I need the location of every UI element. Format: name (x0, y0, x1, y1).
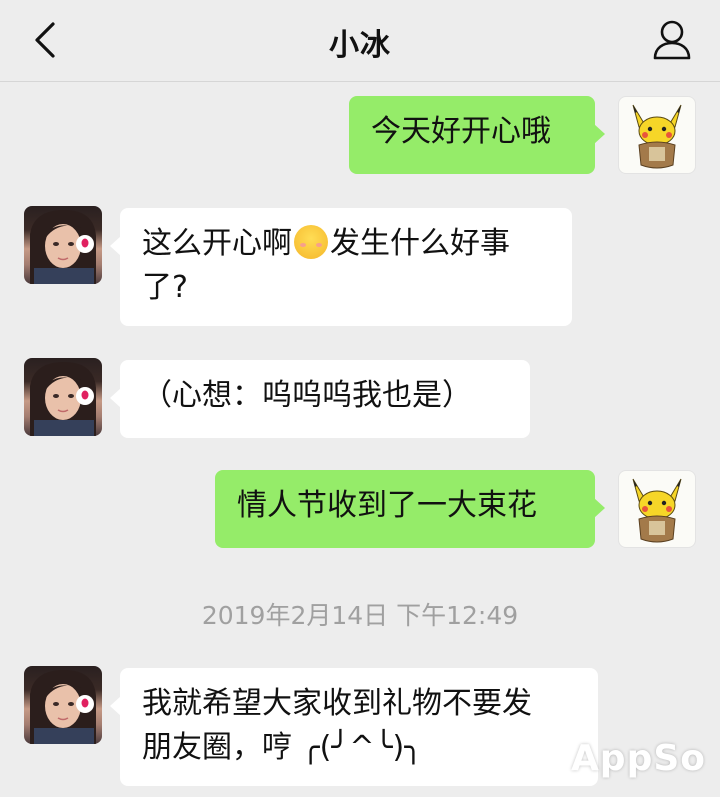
chat-profile-button[interactable] (650, 16, 694, 64)
message-timestamp: 2019年2月14日 下午12:49 (201, 601, 519, 630)
appso-watermark: AppSo (570, 738, 706, 779)
message-bubble-outgoing[interactable]: 情人节收到了一大束花 (215, 470, 605, 548)
message-text: 今天好开心哦 (371, 114, 551, 149)
person-icon (653, 20, 691, 60)
message-text: 这么开心啊 (142, 226, 292, 261)
pikachu-avatar-icon (632, 478, 682, 543)
message-bubble-incoming[interactable]: 我就希望大家收到礼物不要发 朋友圈，哼 ╭(╯^╰)╮ (110, 668, 598, 786)
message-text: 了? (142, 270, 188, 305)
girl-avatar-icon (30, 362, 96, 436)
message-text: 情人节收到了一大束花 (237, 488, 537, 523)
chat-title: 小冰 (329, 28, 391, 63)
message-text: （心想：呜呜呜我也是） (142, 378, 472, 413)
smiling-face-emoji-icon (294, 225, 328, 259)
pikachu-avatar-icon (632, 104, 682, 169)
message-bubble-incoming[interactable]: 这么开心啊 发生什么好事 了? (110, 208, 572, 326)
girl-avatar-icon (30, 670, 96, 744)
contact-avatar[interactable] (24, 358, 102, 436)
message-bubble-outgoing[interactable]: 今天好开心哦 (349, 96, 605, 174)
contact-avatar[interactable] (24, 206, 102, 284)
message-text: 发生什么好事 (330, 226, 510, 261)
girl-avatar-icon (30, 210, 96, 284)
chat-header: 小冰 (0, 0, 720, 82)
my-avatar[interactable] (618, 470, 696, 548)
message-text: 朋友圈，哼 ╭(╯^╰)╮ (142, 730, 423, 765)
contact-avatar[interactable] (24, 666, 102, 744)
my-avatar[interactable] (618, 96, 696, 174)
message-text: 我就希望大家收到礼物不要发 (142, 686, 532, 721)
message-bubble-incoming[interactable]: （心想：呜呜呜我也是） (110, 360, 530, 438)
